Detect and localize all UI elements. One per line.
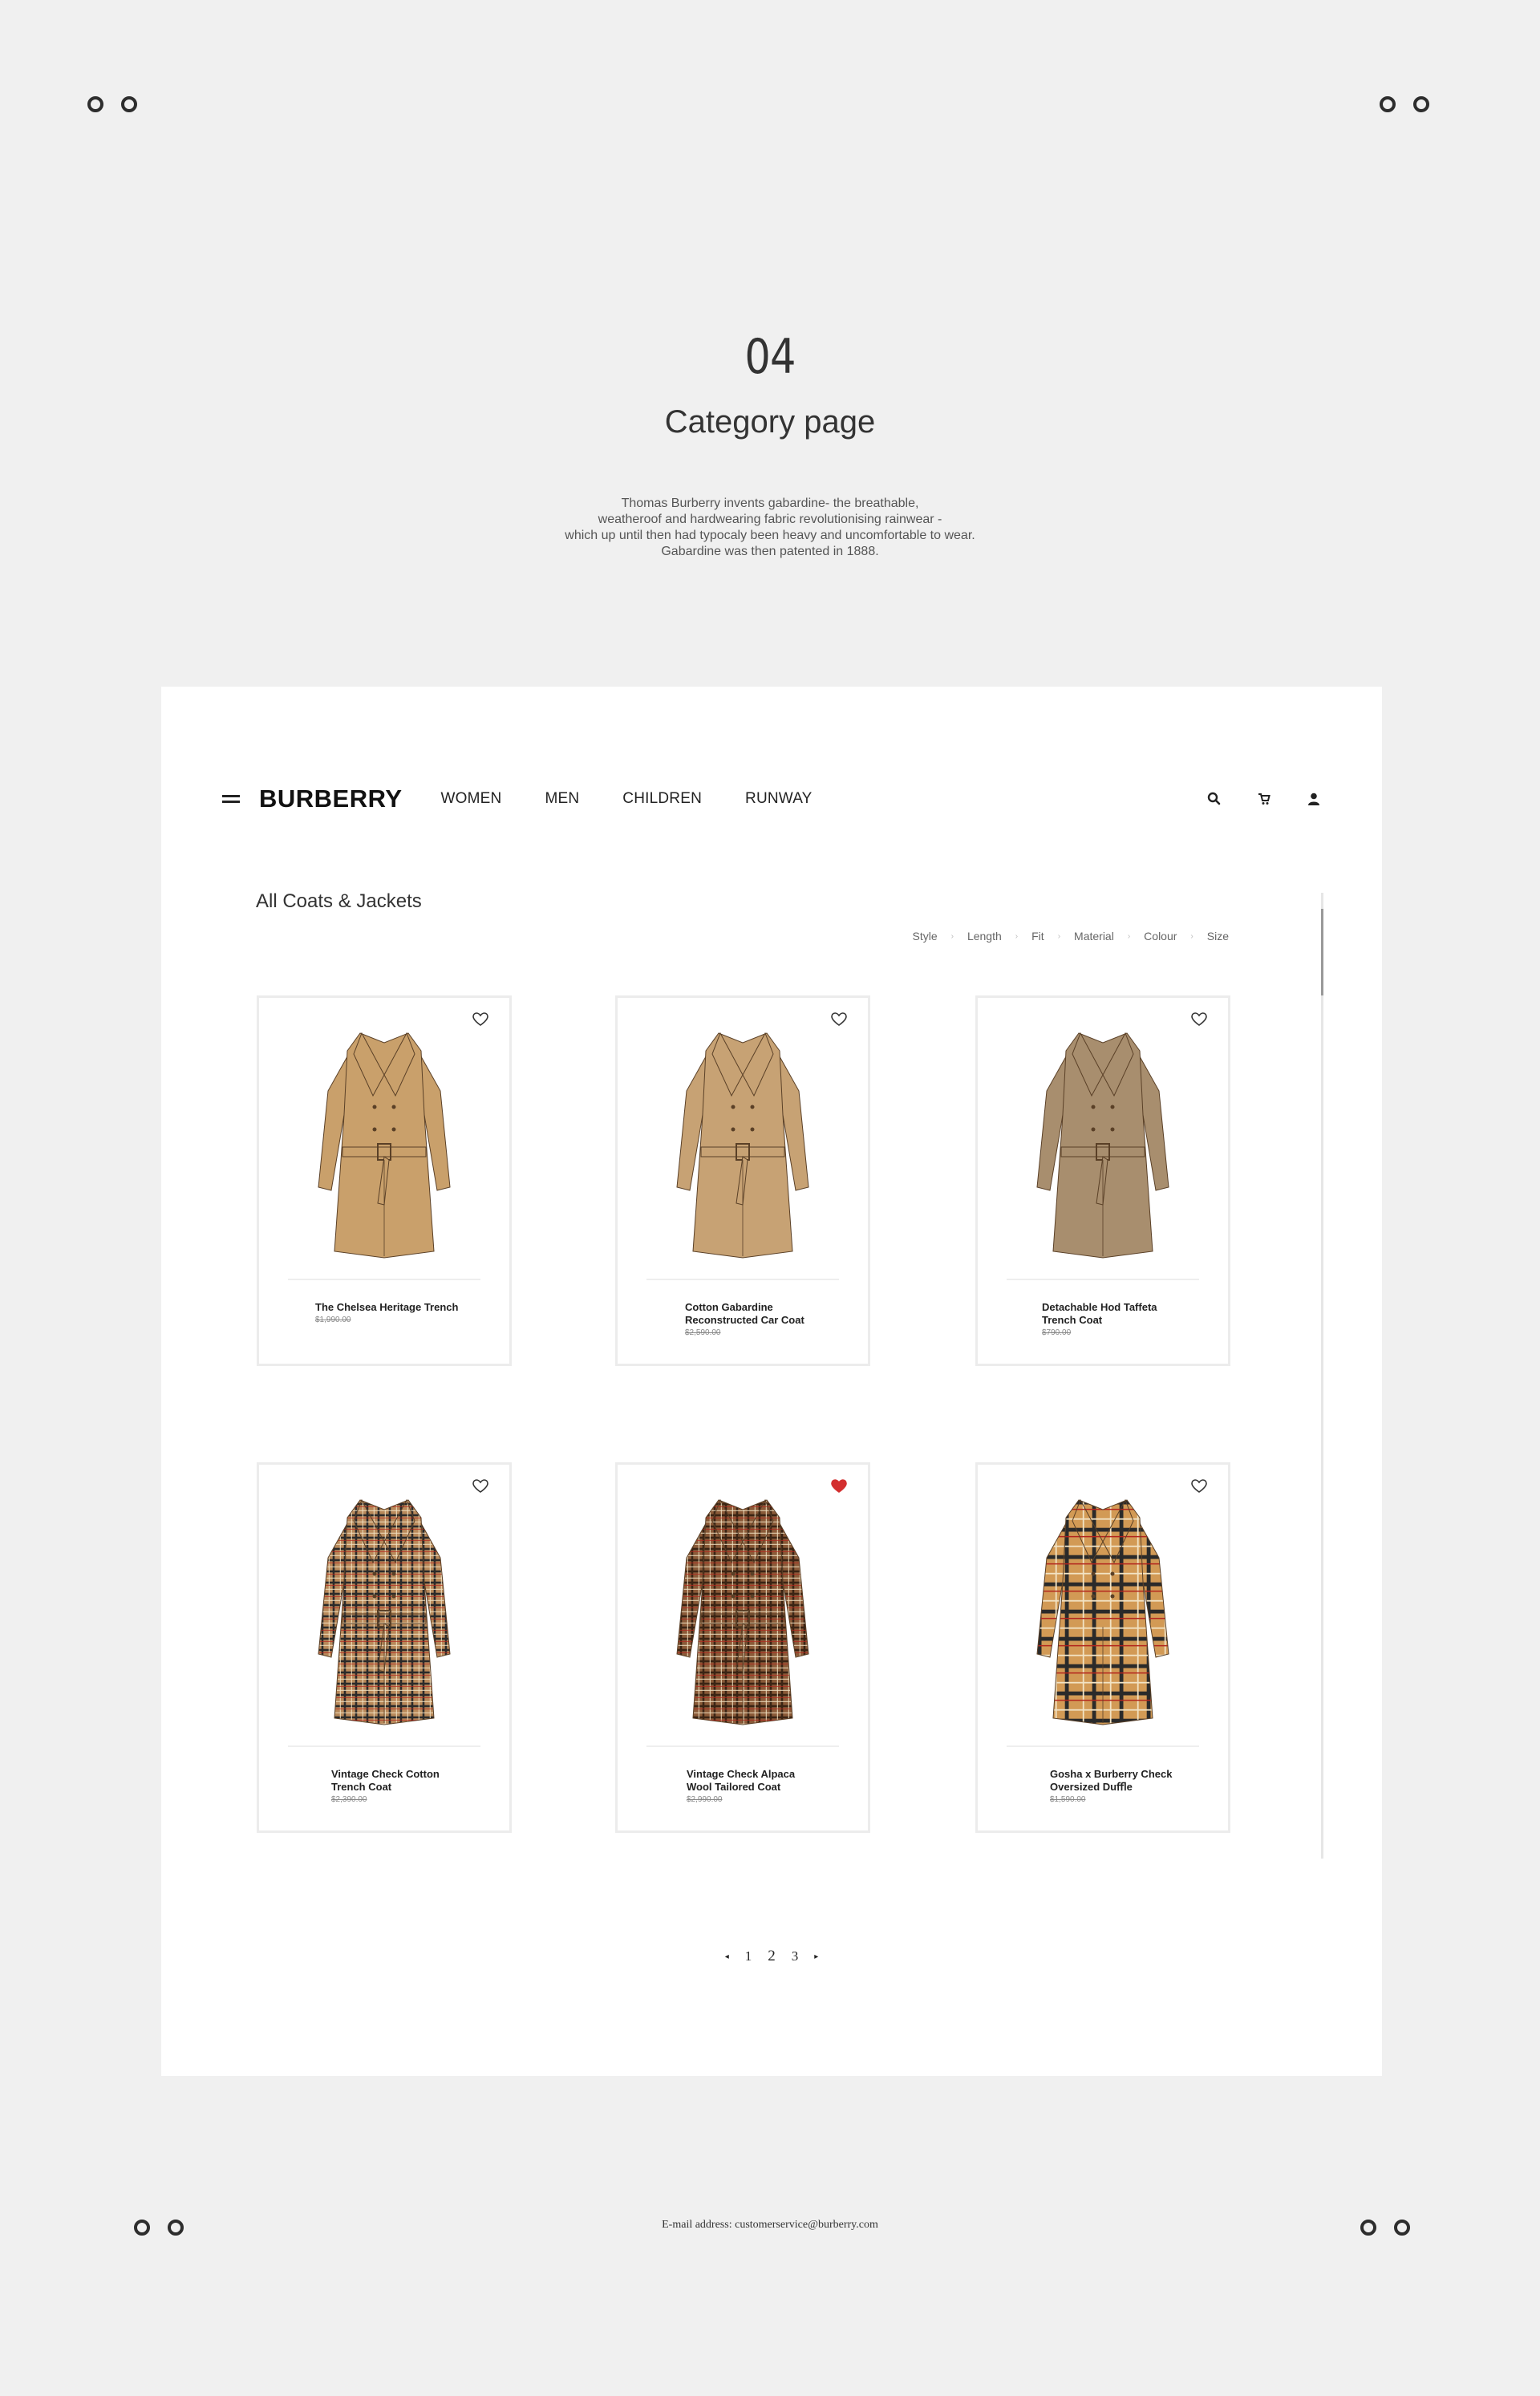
page-link-active[interactable]: 2 (768, 1948, 776, 1965)
scrollbar-track[interactable] (1321, 893, 1323, 1859)
product-name[interactable]: Trench Coat (1042, 1314, 1228, 1327)
corner-dots-top-left (87, 96, 137, 112)
product-price: $790.00 (1042, 1328, 1072, 1337)
card-divider (646, 1279, 839, 1280)
product-image[interactable] (663, 1486, 823, 1734)
product-name[interactable]: Reconstructed Car Coat (685, 1314, 868, 1327)
description-line: which up until then had typocaly been he… (565, 529, 975, 542)
scrollbar-thumb[interactable] (1321, 909, 1323, 995)
product-card[interactable]: Detachable Hod Taffeta Trench Coat $790.00 (975, 995, 1230, 1366)
pagination: ◂ 1 2 3 ▸ (161, 1948, 1382, 1965)
product-price: $2,390.00 (331, 1795, 367, 1804)
filter-length[interactable]: Length (967, 930, 1002, 943)
product-info: The Chelsea Heritage Trench $1,990.00 (259, 1301, 509, 1324)
product-card[interactable]: Gosha x Burberry Check Oversized Duﬄe $1,5… (975, 1462, 1230, 1833)
product-card[interactable]: Cotton Gabardine Reconstructed Car Coat $2… (615, 995, 870, 1366)
page-link[interactable]: 1 (745, 1948, 752, 1964)
product-info: Cotton Gabardine Reconstructed Car Coat $2… (618, 1301, 868, 1337)
top-navigation: BURBERRY WOMEN MEN CHILDREN RUNWAY (222, 783, 1321, 815)
section-description: Thomas Burberry invents gabardine- the b… (0, 496, 1540, 560)
next-page-button[interactable]: ▸ (814, 1952, 818, 1961)
heart-icon[interactable] (1191, 1012, 1207, 1031)
page-link[interactable]: 3 (792, 1948, 799, 1964)
product-image[interactable] (1023, 1486, 1183, 1734)
product-card[interactable]: Vintage Check Alpaca Wool Tailored Coat $2… (615, 1462, 870, 1833)
nav-link-runway[interactable]: RUNWAY (745, 790, 813, 808)
description-line: weatheroof and hardwearing fabric revolu… (598, 513, 942, 526)
product-name[interactable]: Vintage Check Cotton (331, 1768, 509, 1781)
menu-icon[interactable] (222, 793, 240, 805)
product-price: $1,590.00 (1050, 1795, 1086, 1804)
filter-style[interactable]: Style (912, 930, 937, 943)
filter-fit[interactable]: Fit (1031, 930, 1044, 943)
card-divider (1007, 1279, 1199, 1280)
description-line: Gabardine was then patented in 1888. (661, 545, 879, 558)
product-info: Vintage Check Cotton Trench Coat $2,390.00 (259, 1768, 509, 1804)
filter-bar: Style › Length › Fit › Material › Colour › Si… (912, 930, 1229, 943)
nav-link-men[interactable]: MEN (545, 790, 579, 808)
product-name[interactable]: Wool Tailored Coat (687, 1781, 868, 1794)
nav-link-women[interactable]: WOMEN (441, 790, 502, 808)
product-name[interactable]: Trench Coat (331, 1781, 509, 1794)
product-name[interactable]: Cotton Gabardine (685, 1301, 868, 1314)
product-card[interactable]: Vintage Check Cotton Trench Coat $2,390.00 (257, 1462, 512, 1833)
heart-icon[interactable] (1191, 1479, 1207, 1498)
nav-icons (1207, 792, 1321, 806)
card-divider (288, 1279, 480, 1280)
filter-colour[interactable]: Colour (1144, 930, 1177, 943)
product-image[interactable] (663, 1019, 823, 1267)
heart-icon[interactable] (472, 1012, 488, 1031)
footer-contact: E-mail address: customerservice@burberry… (0, 2219, 1540, 2232)
nav-link-children[interactable]: CHILDREN (622, 790, 702, 808)
category-page-mockup: BURBERRY WOMEN MEN CHILDREN RUNWAY All C… (161, 687, 1382, 2076)
product-name[interactable]: Vintage Check Alpaca (687, 1768, 868, 1781)
card-divider (288, 1745, 480, 1747)
corner-dots-top-right (1380, 96, 1429, 112)
card-divider (1007, 1745, 1199, 1747)
filter-material[interactable]: Material (1074, 930, 1114, 943)
product-image[interactable] (1023, 1019, 1183, 1267)
prev-page-button[interactable]: ◂ (725, 1952, 729, 1961)
category-title: All Coats & Jackets (256, 890, 422, 912)
product-image[interactable] (304, 1486, 464, 1734)
product-price: $1,990.00 (315, 1316, 351, 1324)
brand-logo[interactable]: BURBERRY (259, 784, 403, 813)
product-info: Gosha x Burberry Check Oversized Duﬄe $1,5… (978, 1768, 1228, 1804)
product-info: Detachable Hod Taffeta Trench Coat $790.00 (978, 1301, 1228, 1337)
heart-icon[interactable] (831, 1012, 847, 1031)
product-name[interactable]: Gosha x Burberry Check (1050, 1768, 1228, 1781)
filter-size[interactable]: Size (1207, 930, 1229, 943)
product-name[interactable]: Detachable Hod Taffeta (1042, 1301, 1228, 1314)
section-number: 04 (744, 329, 796, 385)
heart-filled-icon[interactable] (831, 1479, 847, 1498)
email-link[interactable]: customerservice@burberry.com (735, 2219, 878, 2231)
product-info: Vintage Check Alpaca Wool Tailored Coat $2… (618, 1768, 868, 1804)
product-price: $2,590.00 (685, 1328, 721, 1337)
description-line: Thomas Burberry invents gabardine- the b… (621, 497, 919, 510)
product-price: $2,990.00 (687, 1795, 723, 1804)
section-title: Category page (664, 404, 876, 440)
user-icon[interactable] (1307, 792, 1321, 806)
card-divider (646, 1745, 839, 1747)
product-image[interactable] (304, 1019, 464, 1267)
search-icon[interactable] (1207, 792, 1222, 806)
cart-icon[interactable] (1257, 792, 1271, 806)
heart-icon[interactable] (472, 1479, 488, 1498)
email-label: E-mail address: (662, 2219, 732, 2231)
product-name[interactable]: Oversized Duﬄe (1050, 1781, 1228, 1794)
product-name[interactable]: The Chelsea Heritage Trench (315, 1301, 509, 1314)
product-card[interactable]: The Chelsea Heritage Trench $1,990.00 (257, 995, 512, 1366)
